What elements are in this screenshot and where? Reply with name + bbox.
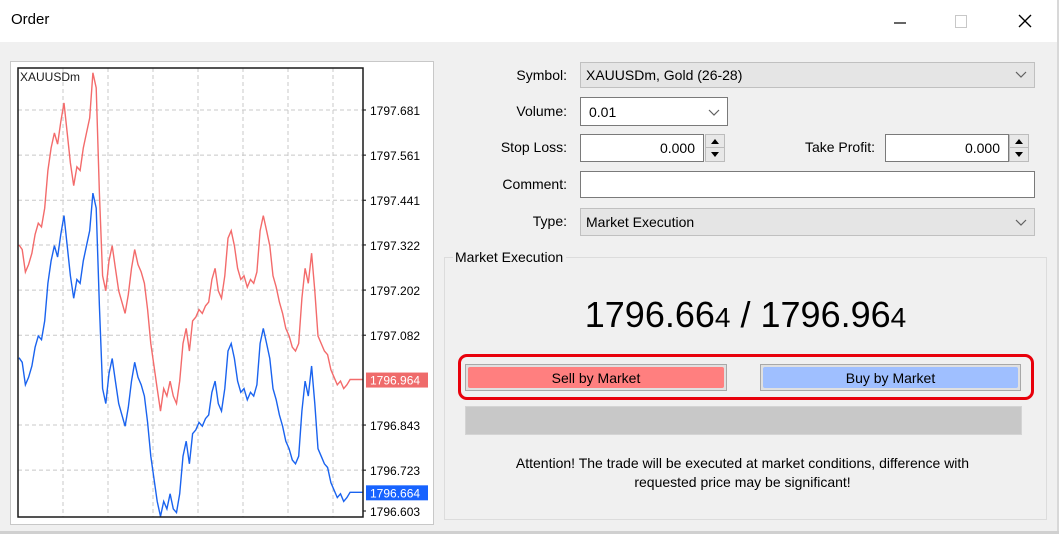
y-tick-label: 1796.843	[370, 419, 420, 433]
take-profit-value: 0.000	[964, 140, 1000, 156]
bid-price: 1796.664	[584, 294, 731, 335]
type-label: Type:	[532, 213, 567, 229]
y-tick-label: 1796.603	[370, 505, 420, 519]
stop-loss-input[interactable]: 0.000	[580, 134, 704, 162]
symbol-select[interactable]: XAUUSDm, Gold (26-28)	[580, 62, 1035, 88]
order-type-value: Market Execution	[586, 214, 695, 230]
symbol-value: XAUUSDm, Gold (26-28)	[586, 67, 743, 83]
close-icon	[1018, 14, 1032, 28]
take-profit-input[interactable]: 0.000	[885, 134, 1009, 162]
buy-button-label: Buy by Market	[845, 369, 936, 386]
ask-price-tag-label: 1796.964	[370, 374, 420, 388]
chevron-down-icon	[708, 109, 720, 116]
volume-combo[interactable]: 0.01	[580, 97, 728, 126]
chevron-down-icon	[1015, 219, 1027, 226]
arrow-down-icon	[711, 151, 719, 157]
attention-message: Attention! The trade will be executed at…	[450, 454, 1035, 492]
market-execution-label: Market Execution	[453, 249, 567, 265]
bid-price-tag-label: 1796.664	[370, 486, 420, 500]
ask-price-line	[18, 72, 363, 412]
bid-ask-prices: 1796.664 / 1796.964	[444, 294, 1047, 336]
arrow-up-icon	[1015, 138, 1023, 144]
y-tick-label: 1796.723	[370, 464, 420, 478]
volume-value: 0.01	[589, 104, 617, 120]
maximize-icon	[955, 15, 967, 28]
minimize-button[interactable]	[877, 0, 923, 42]
y-tick-label: 1797.561	[370, 149, 420, 163]
minimize-icon	[894, 22, 906, 24]
close-button[interactable]	[1002, 0, 1048, 42]
window-title: Order	[11, 11, 50, 28]
ask-price: 1796.964	[760, 294, 907, 335]
stop-loss-decrement[interactable]	[706, 148, 724, 160]
execution-progress-bar	[465, 406, 1022, 435]
sell-by-market-button[interactable]: Sell by Market	[465, 364, 727, 391]
stop-loss-increment[interactable]	[706, 135, 724, 148]
y-tick-label: 1797.322	[370, 239, 420, 253]
arrow-up-icon	[711, 138, 719, 144]
take-profit-decrement[interactable]	[1010, 148, 1028, 160]
attention-line-1: Attention! The trade will be executed at…	[515, 455, 970, 471]
symbol-label: Symbol:	[516, 67, 567, 83]
take-profit-label: Take Profit:	[804, 139, 875, 155]
attention-line-2: requested price may be significant!	[634, 474, 851, 490]
order-type-select[interactable]: Market Execution	[580, 208, 1035, 236]
comment-input[interactable]	[580, 171, 1035, 198]
y-tick-label: 1797.441	[370, 194, 420, 208]
tick-chart: 1797.681 1797.561 1797.441 1797.322 1797.202…	[17, 67, 428, 519]
stop-loss-label: Stop Loss:	[500, 139, 567, 155]
stop-loss-value: 0.000	[659, 140, 695, 156]
arrow-down-icon	[1015, 151, 1023, 157]
tick-chart-panel: 1797.681 1797.561 1797.441 1797.322 1797.202…	[10, 61, 434, 525]
y-tick-label: 1797.681	[370, 104, 420, 118]
sell-button-label: Sell by Market	[551, 369, 641, 386]
y-tick-label: 1797.202	[370, 284, 420, 298]
maximize-button[interactable]	[938, 0, 984, 42]
take-profit-increment[interactable]	[1010, 135, 1028, 148]
chevron-down-icon	[1015, 71, 1027, 78]
buy-by-market-button[interactable]: Buy by Market	[760, 364, 1021, 391]
take-profit-spinner[interactable]	[1009, 134, 1029, 162]
price-separator: /	[730, 294, 761, 335]
comment-label: Comment:	[502, 176, 567, 192]
bid-price-line	[18, 192, 363, 517]
chart-symbol-label: XAUUSDm	[20, 70, 81, 84]
stop-loss-spinner[interactable]	[705, 134, 725, 162]
volume-label: Volume:	[516, 103, 567, 119]
title-bar: Order	[0, 0, 1059, 42]
y-tick-label: 1797.082	[370, 329, 420, 343]
